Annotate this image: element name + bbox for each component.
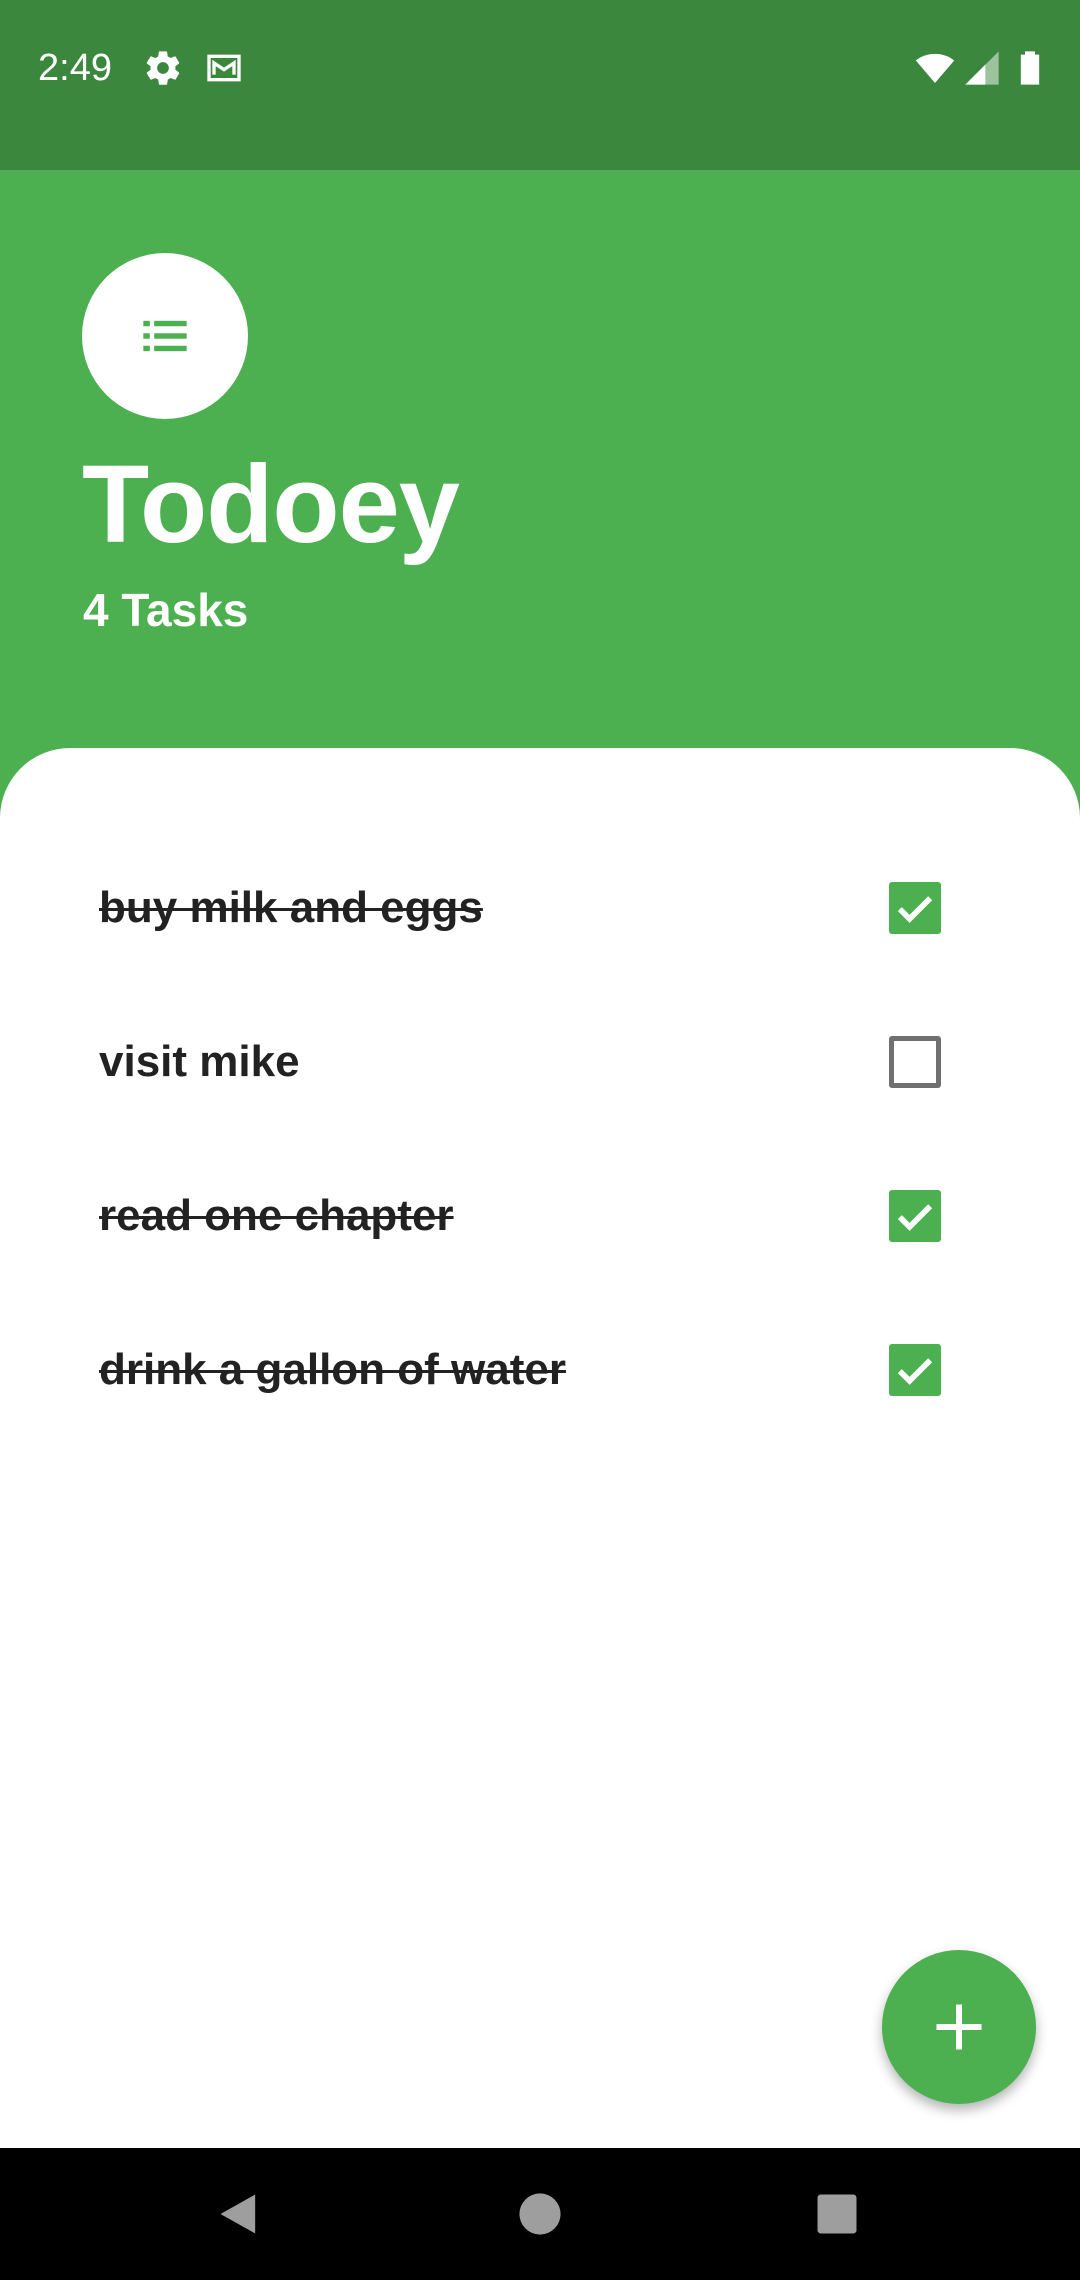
recents-icon[interactable] — [811, 2188, 863, 2240]
task-label: drink a gallon of water — [99, 1345, 566, 1394]
signal-icon — [962, 48, 1002, 88]
task-list: buy milk and eggs visit mike read one ch… — [0, 748, 1080, 2148]
task-label: buy milk and eggs — [99, 883, 483, 932]
task-checkbox[interactable] — [889, 882, 941, 934]
navigation-bar — [0, 2148, 1080, 2280]
task-checkbox[interactable] — [889, 1036, 941, 1088]
task-label: read one chapter — [99, 1191, 454, 1240]
add-task-button[interactable] — [882, 1950, 1036, 2104]
list-icon — [143, 320, 187, 352]
task-row[interactable]: visit mike — [0, 985, 1080, 1139]
task-row[interactable]: buy milk and eggs — [0, 831, 1080, 985]
task-checkbox[interactable] — [889, 1344, 941, 1396]
back-icon[interactable] — [214, 2188, 266, 2240]
status-bar: 2:49 — [0, 0, 1080, 170]
status-time: 2:49 — [38, 47, 112, 89]
plus-icon — [936, 2004, 982, 2050]
header: Todoey 4 Tasks — [0, 170, 1080, 750]
battery-icon — [1010, 48, 1050, 88]
check-icon — [897, 1358, 933, 1385]
check-icon — [897, 1204, 933, 1231]
task-count: 4 Tasks — [83, 584, 249, 636]
gear-icon — [143, 48, 183, 88]
task-row[interactable]: drink a gallon of water — [0, 1293, 1080, 1447]
logo-badge — [82, 253, 248, 419]
gmail-icon — [204, 48, 244, 88]
wifi-icon — [915, 48, 955, 88]
task-row[interactable]: read one chapter — [0, 1139, 1080, 1293]
task-checkbox[interactable] — [889, 1190, 941, 1242]
home-icon[interactable] — [514, 2188, 566, 2240]
check-icon — [897, 896, 933, 923]
task-label: visit mike — [99, 1037, 300, 1086]
app-title: Todoey — [82, 443, 460, 566]
